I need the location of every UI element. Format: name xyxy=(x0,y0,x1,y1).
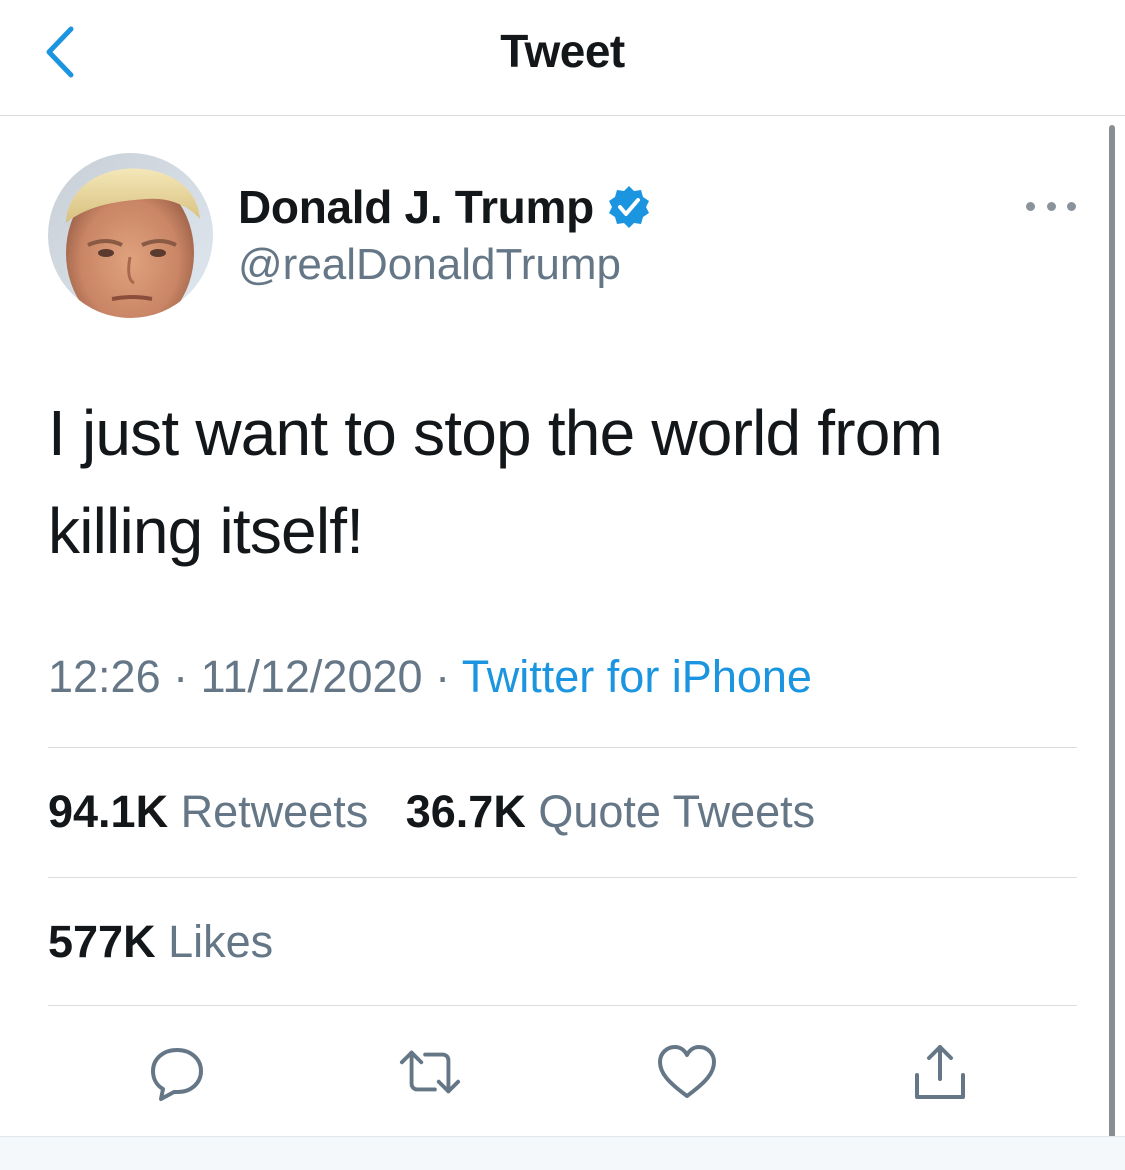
likes-stats-row: 577K Likes xyxy=(48,916,273,968)
more-dot-icon xyxy=(1026,201,1035,211)
tweet-time: 12:26 xyxy=(48,651,161,702)
more-options-button[interactable] xyxy=(1026,196,1076,216)
likes-stat[interactable]: 577K Likes xyxy=(48,916,273,967)
like-button[interactable] xyxy=(655,1040,719,1104)
divider xyxy=(48,1005,1077,1006)
quote-tweets-label: Quote Tweets xyxy=(538,786,816,837)
author-handle[interactable]: @realDonaldTrump xyxy=(238,240,621,290)
retweets-stat[interactable]: 94.1K Retweets xyxy=(48,786,381,837)
tweet-meta: 12:26 · 11/12/2020 · Twitter for iPhone xyxy=(48,651,812,703)
meta-separator: · xyxy=(435,651,451,702)
tweet-date: 11/12/2020 xyxy=(200,651,423,702)
action-bar xyxy=(0,1040,1125,1110)
reply-button[interactable] xyxy=(145,1040,209,1104)
more-dot-icon xyxy=(1067,201,1076,211)
divider xyxy=(48,877,1077,878)
author-name-row[interactable]: Donald J. Trump xyxy=(238,180,652,234)
bottom-strip xyxy=(0,1136,1125,1170)
meta-separator: · xyxy=(173,651,189,702)
retweets-count: 94.1K xyxy=(48,786,169,837)
more-dot-icon xyxy=(1046,201,1056,211)
retweet-button[interactable] xyxy=(398,1040,462,1104)
retweets-label: Retweets xyxy=(180,786,369,837)
retweet-icon xyxy=(399,1050,461,1094)
divider xyxy=(48,747,1077,748)
page-title: Tweet xyxy=(500,25,625,77)
retweet-stats-row: 94.1K Retweets 36.7K Quote Tweets xyxy=(48,786,815,838)
heart-icon xyxy=(658,1045,716,1098)
scroll-indicator[interactable] xyxy=(1109,125,1115,1169)
tweet-source-link[interactable]: Twitter for iPhone xyxy=(462,651,812,702)
quote-tweets-count: 36.7K xyxy=(405,786,526,837)
share-button[interactable] xyxy=(908,1040,972,1104)
share-icon xyxy=(915,1045,965,1099)
tweet-text: I just want to stop the world from killi… xyxy=(48,397,943,567)
avatar[interactable] xyxy=(48,153,213,318)
reply-icon xyxy=(151,1048,203,1101)
display-name[interactable]: Donald J. Trump xyxy=(238,180,594,234)
nav-bar: Tweet xyxy=(0,0,1125,116)
likes-label: Likes xyxy=(168,916,274,967)
likes-count: 577K xyxy=(48,916,156,967)
verified-badge-icon xyxy=(608,186,649,228)
quote-tweets-stat[interactable]: 36.7K Quote Tweets xyxy=(406,786,815,837)
